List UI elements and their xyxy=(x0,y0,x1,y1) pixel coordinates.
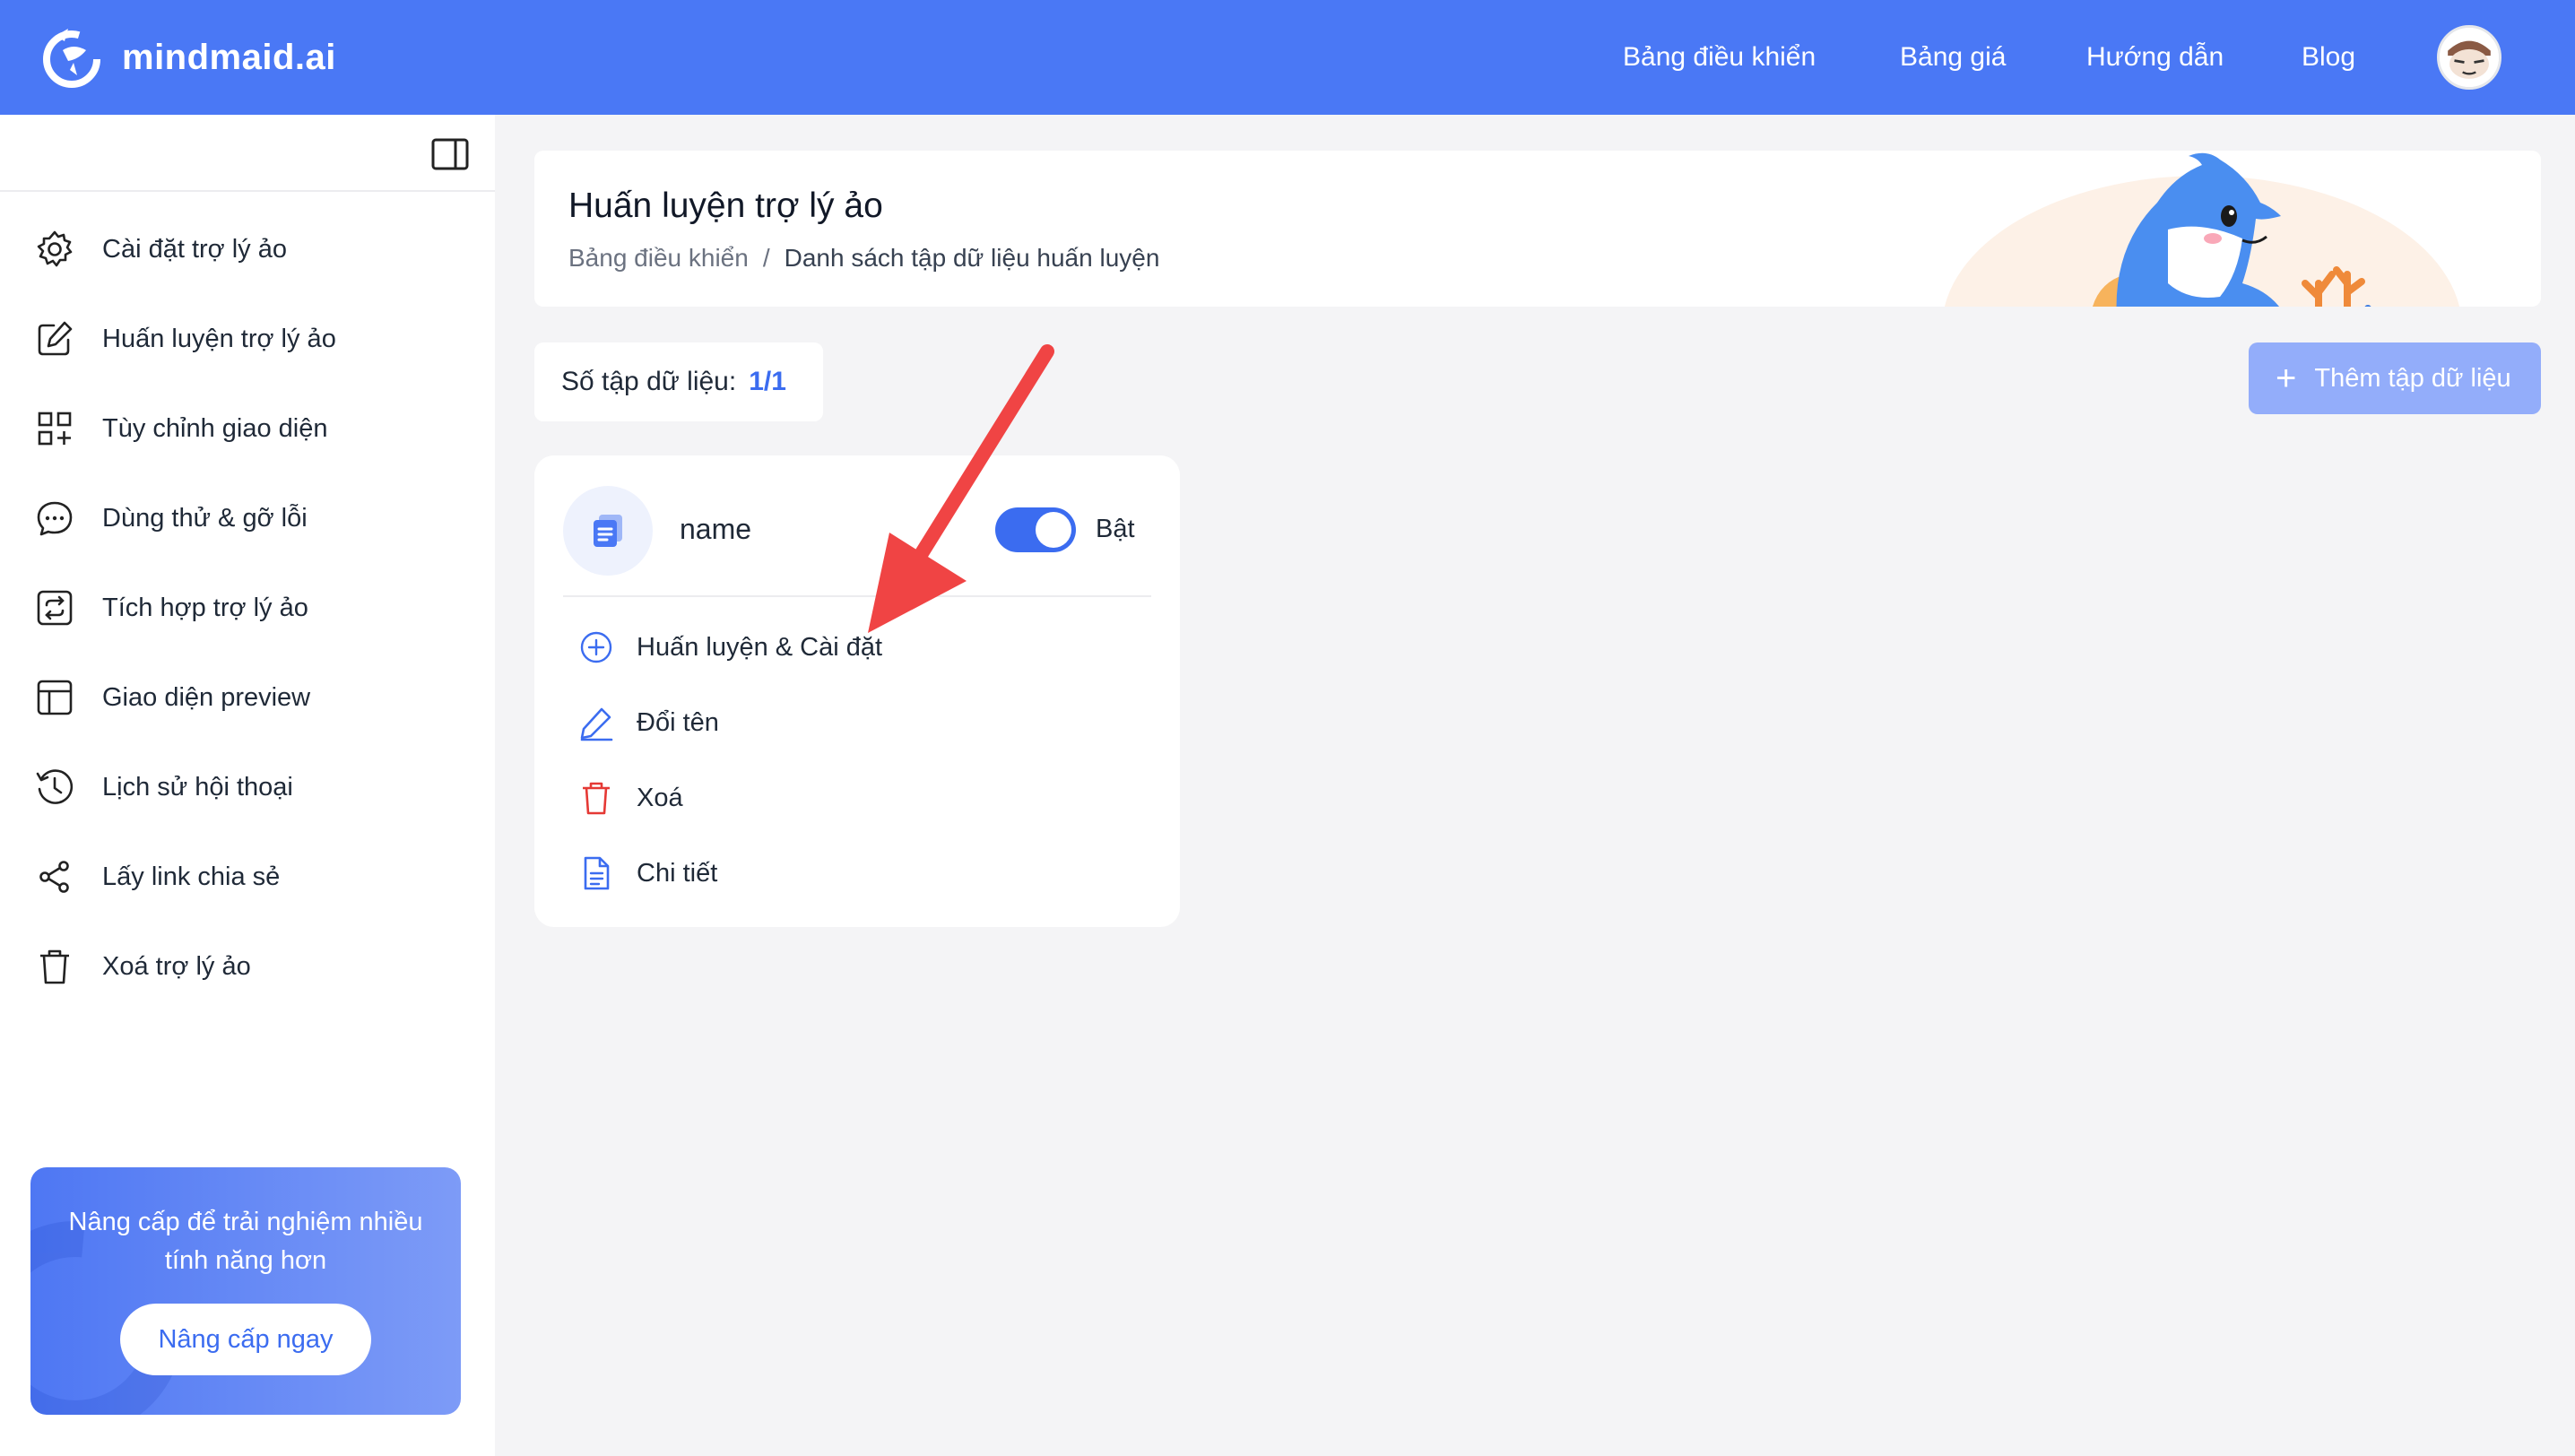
add-dataset-button[interactable]: + Thêm tập dữ liệu xyxy=(2249,342,2541,414)
upgrade-button[interactable]: Nâng cấp ngay xyxy=(120,1304,371,1375)
dolphin-mascot-illustration xyxy=(1944,152,2460,307)
sidebar-item-label: Tùy chỉnh giao diện xyxy=(102,413,328,443)
dataset-name: name xyxy=(680,513,752,545)
details-action[interactable]: Chi tiết xyxy=(577,848,717,898)
sidebar-item-share-link[interactable]: Lấy link chia sẻ xyxy=(34,850,280,904)
trash-icon xyxy=(583,782,610,815)
history-icon xyxy=(36,769,74,804)
dataset-count-label: Số tập dữ liệu: xyxy=(561,367,737,396)
page-title: Huấn luyện trợ lý ảo xyxy=(568,186,883,225)
page-header: Huấn luyện trợ lý ảo Bảng điều khiển / D… xyxy=(534,151,2541,307)
stacked-document-icon xyxy=(594,515,622,547)
collapse-sidebar-icon[interactable] xyxy=(430,136,470,172)
sidebar-item-test-debug[interactable]: Dùng thử & gỡ lỗi xyxy=(34,491,308,545)
upgrade-card: Nâng cấp để trải nghiệm nhiều tính năng … xyxy=(30,1167,461,1415)
sidebar-item-label: Xoá trợ lý ảo xyxy=(102,951,251,981)
action-label: Huấn luyện & Cài đặt xyxy=(637,632,883,662)
document-icon xyxy=(584,856,610,890)
sidebar-item-label: Lịch sử hội thoại xyxy=(102,772,293,802)
sidebar-item-settings[interactable]: Cài đặt trợ lý ảo xyxy=(34,222,287,276)
upgrade-text: Nâng cấp để trải nghiệm nhiều tính năng … xyxy=(68,1208,423,1275)
sidebar-item-label: Tích hợp trợ lý ảo xyxy=(102,593,308,622)
sidebar-item-label: Lấy link chia sẻ xyxy=(102,862,281,891)
user-avatar-icon xyxy=(2440,28,2499,87)
brand[interactable]: mindmaid.ai xyxy=(38,23,336,91)
edit-icon xyxy=(38,321,73,356)
red-annotation-arrow-icon xyxy=(868,344,1054,633)
breadcrumb-current: Danh sách tập dữ liệu huấn luyện xyxy=(784,244,1160,272)
sidebar-item-label: Giao diện preview xyxy=(102,682,311,712)
top-bar: mindmaid.ai Bảng điều khiển Bảng giá Hướ… xyxy=(0,0,2575,115)
nav-pricing-link[interactable]: Bảng giá xyxy=(1900,42,2006,73)
rename-action[interactable]: Đổi tên xyxy=(577,698,719,748)
brand-name: mindmaid.ai xyxy=(122,37,336,77)
layout-icon xyxy=(37,680,73,715)
sidebar-item-training[interactable]: Huấn luyện trợ lý ảo xyxy=(34,312,336,366)
sidebar-item-customize[interactable]: Tùy chỉnh giao diện xyxy=(34,402,328,455)
action-label: Xoá xyxy=(637,783,683,812)
sidebar-item-delete-assistant[interactable]: Xoá trợ lý ảo xyxy=(34,940,251,993)
sidebar-item-label: Huấn luyện trợ lý ảo xyxy=(102,324,336,353)
breadcrumb: Bảng điều khiển / Danh sách tập dữ liệu … xyxy=(568,244,1159,273)
nav-dashboard-link[interactable]: Bảng điều khiển xyxy=(1623,42,1816,73)
chat-bubble-icon xyxy=(37,501,73,536)
trash-icon xyxy=(40,949,69,984)
integration-icon xyxy=(37,590,73,626)
share-icon xyxy=(39,861,69,893)
pencil-icon xyxy=(580,707,613,741)
sidebar-item-preview[interactable]: Giao diện preview xyxy=(34,671,310,724)
dolphin-logo-icon xyxy=(43,29,100,88)
toggle-label: Bật xyxy=(1096,515,1135,543)
plus-circle-icon xyxy=(580,631,612,663)
grid-add-icon xyxy=(38,412,72,446)
nav-blog-link[interactable]: Blog xyxy=(2302,42,2355,73)
breadcrumb-separator: / xyxy=(762,244,770,272)
sidebar: Cài đặt trợ lý ảo Huấn luyện trợ lý ảo T… xyxy=(0,115,495,1456)
dataset-count: Số tập dữ liệu: 1/1 xyxy=(534,342,823,421)
breadcrumb-dashboard-link[interactable]: Bảng điều khiển xyxy=(568,244,749,273)
add-dataset-label: Thêm tập dữ liệu xyxy=(2314,363,2511,393)
delete-action[interactable]: Xoá xyxy=(577,773,683,823)
avatar[interactable] xyxy=(2437,25,2501,90)
sidebar-item-label: Cài đặt trợ lý ảo xyxy=(102,234,287,264)
sidebar-divider xyxy=(0,190,495,192)
dataset-count-value: 1/1 xyxy=(749,367,786,396)
sidebar-item-label: Dùng thử & gỡ lỗi xyxy=(102,503,308,533)
nav-guide-link[interactable]: Hướng dẫn xyxy=(2086,42,2224,73)
gear-icon xyxy=(37,230,73,267)
action-label: Chi tiết xyxy=(637,858,718,888)
action-label: Đổi tên xyxy=(637,707,719,737)
plus-icon: + xyxy=(2276,359,2297,398)
sidebar-item-integration[interactable]: Tích hợp trợ lý ảo xyxy=(34,581,308,635)
sidebar-item-history[interactable]: Lịch sử hội thoại xyxy=(34,760,293,814)
dataset-icon-wrapper xyxy=(563,486,653,576)
train-settings-action[interactable]: Huấn luyện & Cài đặt xyxy=(577,622,882,672)
